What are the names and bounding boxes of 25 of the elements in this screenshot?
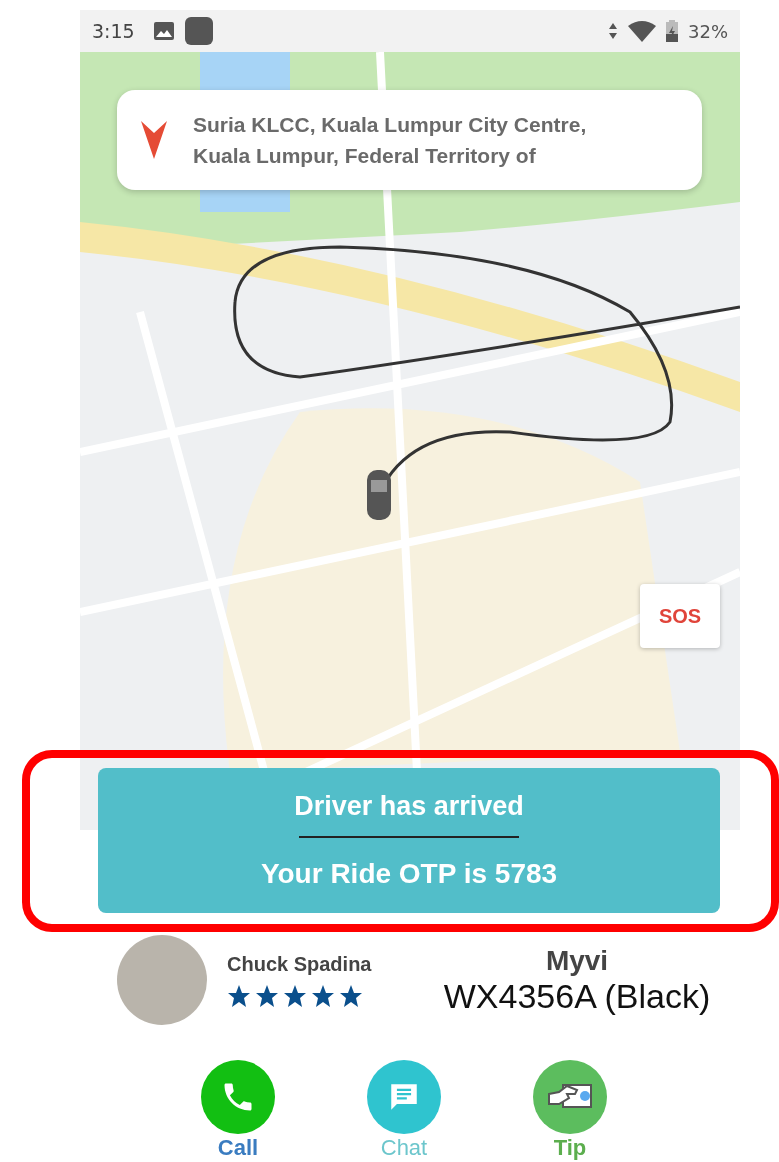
car-icon xyxy=(367,470,391,520)
vehicle-plate: WX4356A (Black) xyxy=(443,976,711,1016)
ride-otp: Your Ride OTP is 5783 xyxy=(260,858,558,890)
image-icon xyxy=(152,21,175,41)
action-label: Tip xyxy=(553,1134,587,1162)
action-label: Call xyxy=(217,1134,259,1162)
data-arrows-icon xyxy=(608,22,618,40)
driver-name: Chuck Spadina xyxy=(227,952,373,976)
destination-address: Suria KLCC, Kuala Lumpur City Centre, Kuala Lumpur, Federal Territory of xyxy=(193,112,588,169)
navigation-arrow-icon xyxy=(139,119,169,161)
wifi-icon xyxy=(628,20,656,42)
star-icon xyxy=(255,983,279,1008)
destination-card[interactable]: Suria KLCC, Kuala Lumpur City Centre, Kuala Lumpur, Federal Territory of xyxy=(117,90,702,190)
battery-icon xyxy=(666,20,678,42)
vehicle-model: Myvi xyxy=(545,944,609,977)
sos-button[interactable]: SOS xyxy=(640,584,720,648)
status-time: 3:15 xyxy=(92,20,135,42)
star-icon xyxy=(227,983,251,1008)
arrival-title: Driver has arrived xyxy=(294,791,524,822)
battery-percentage: 32% xyxy=(688,20,728,42)
star-icon xyxy=(283,983,307,1008)
app-notification-icon xyxy=(184,17,213,45)
action-label: Chat xyxy=(380,1134,428,1162)
star-icon xyxy=(311,983,335,1008)
star-icon xyxy=(339,983,363,1008)
